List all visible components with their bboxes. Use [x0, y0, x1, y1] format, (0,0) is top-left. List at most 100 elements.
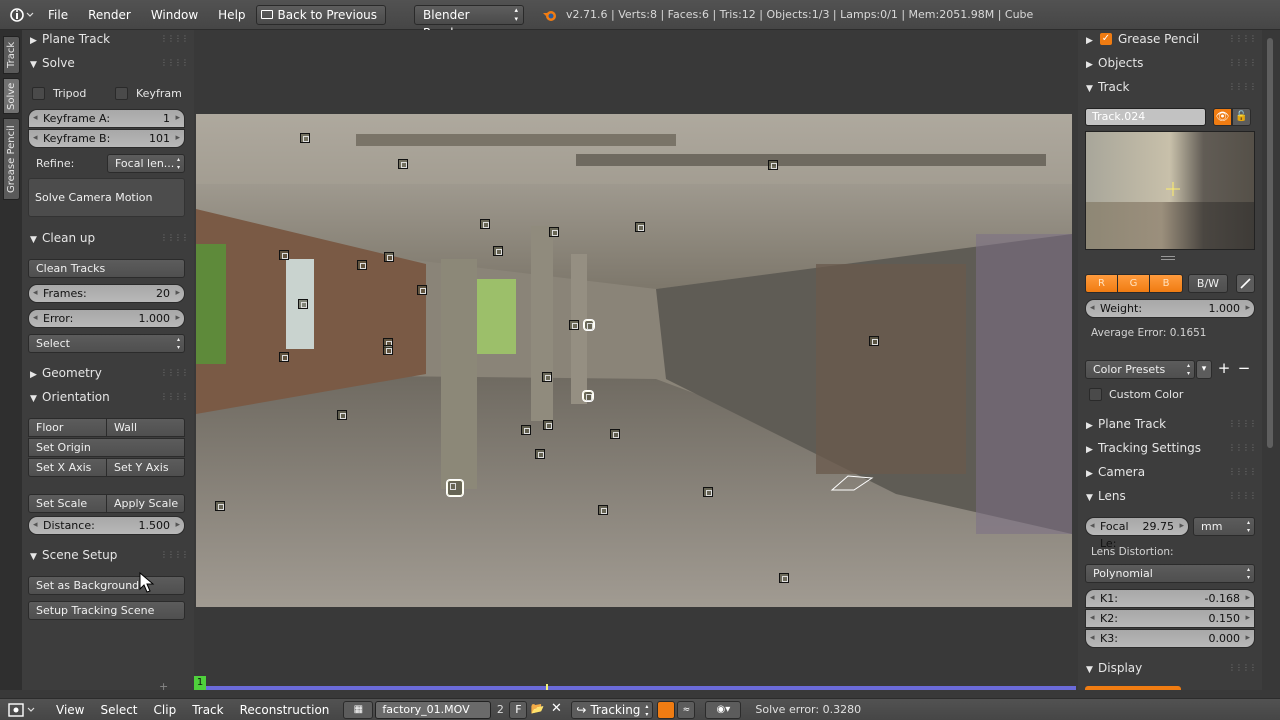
panel-camera[interactable]: ▶ Camera ⋮⋮⋮⋮	[1078, 461, 1262, 483]
graph-icon[interactable]: ≈	[677, 700, 696, 719]
wall-button[interactable]: Wall	[106, 418, 185, 437]
panel-clean-up[interactable]: ▼ Clean up ⋮⋮⋮⋮	[22, 227, 194, 249]
track-marker[interactable]	[417, 285, 427, 295]
remove-preset-icon[interactable]: −	[1234, 360, 1254, 379]
drag-grip-icon[interactable]: ⋮⋮⋮⋮	[1228, 437, 1257, 459]
marker-preview[interactable]	[1085, 131, 1255, 250]
menu-view[interactable]: View	[48, 703, 92, 717]
clean-tracks-button[interactable]: Clean Tracks	[28, 259, 185, 278]
k3-field[interactable]: K3: 0.000	[1085, 629, 1255, 648]
setup-tracking-scene-button[interactable]: Setup Tracking Scene	[28, 601, 185, 620]
solve-camera-motion-button[interactable]: Solve Camera Motion	[28, 189, 185, 208]
weight-field[interactable]: Weight: 1.000	[1085, 299, 1255, 318]
cleanup-type-select[interactable]: Select	[28, 334, 185, 353]
track-marker[interactable]	[493, 246, 503, 256]
menu-file[interactable]: File	[38, 8, 78, 22]
panel-lens[interactable]: ▼ Lens ⋮⋮⋮⋮	[1078, 485, 1262, 507]
current-frame-indicator[interactable]: 1	[194, 676, 206, 690]
display-toggles[interactable]: ≈	[657, 700, 697, 719]
track-marker[interactable]	[542, 372, 552, 382]
drag-grip-icon[interactable]: ⋮⋮⋮⋮	[1228, 485, 1257, 507]
error-field[interactable]: Error: 1.000	[28, 309, 185, 328]
set-as-background-button[interactable]: Set as Background	[28, 576, 185, 595]
track-marker[interactable]	[384, 252, 394, 262]
preset-menu-icon[interactable]: ▾	[1196, 360, 1212, 379]
track-marker[interactable]	[398, 159, 408, 169]
k2-field[interactable]: K2: 0.150	[1085, 609, 1255, 628]
set-x-axis-button[interactable]: Set X Axis	[28, 458, 107, 477]
distortion-model-select[interactable]: Polynomial	[1085, 564, 1255, 583]
menu-help[interactable]: Help	[208, 8, 255, 22]
panel-track[interactable]: ▼ Track ⋮⋮⋮⋮	[1078, 76, 1262, 98]
track-marker[interactable]	[598, 505, 608, 515]
track-marker[interactable]	[703, 487, 713, 497]
keyframe-checkbox[interactable]	[115, 87, 128, 100]
display-channel-buttons[interactable]	[1085, 686, 1181, 690]
clip-users-count[interactable]: 2	[491, 703, 509, 716]
track-marker[interactable]	[569, 320, 579, 330]
add-preset-icon[interactable]: +	[1214, 360, 1234, 379]
track-marker[interactable]	[357, 260, 367, 270]
track-marker[interactable]	[215, 501, 225, 511]
unlink-icon[interactable]: ✕	[547, 701, 565, 719]
drag-grip-icon[interactable]: ⋮⋮⋮⋮	[1228, 461, 1257, 483]
tripod-checkbox[interactable]	[32, 87, 45, 100]
drag-grip-icon[interactable]: ⋮⋮⋮⋮	[160, 52, 189, 74]
tab-track[interactable]: Track	[3, 36, 20, 74]
resize-handle-icon[interactable]	[1161, 256, 1175, 260]
drag-grip-icon[interactable]: ⋮⋮⋮⋮	[160, 28, 189, 50]
overlay-toggle-icon[interactable]: ◉▾	[705, 700, 742, 719]
clip-timeline[interactable]: 1	[194, 676, 1078, 698]
render-engine-select[interactable]: Blender Render ▴ ▾	[414, 4, 525, 40]
panel-grease-pencil[interactable]: ▶ ✓ Grease Pencil ⋮⋮⋮⋮	[1078, 28, 1262, 50]
drag-grip-icon[interactable]: ⋮⋮⋮⋮	[1228, 657, 1257, 679]
panel-plane-track-props[interactable]: ▶ Plane Track ⋮⋮⋮⋮	[1078, 413, 1262, 435]
track-marker[interactable]	[279, 352, 289, 362]
keyframe-a-field[interactable]: Keyframe A: 1	[28, 109, 185, 128]
clip-browse-icon[interactable]: ▦	[343, 700, 374, 719]
track-marker[interactable]	[279, 250, 289, 260]
channel-r-button[interactable]: R	[1085, 274, 1118, 293]
distance-field[interactable]: Distance: 1.500	[28, 516, 185, 535]
menu-reconstruction[interactable]: Reconstruction	[232, 703, 338, 717]
drag-grip-icon[interactable]: ⋮⋮⋮⋮	[160, 386, 189, 408]
menu-track[interactable]: Track	[184, 703, 231, 717]
track-marker[interactable]	[383, 345, 393, 355]
panel-solve[interactable]: ▼ Solve ⋮⋮⋮⋮	[22, 52, 194, 74]
panel-geometry[interactable]: ▶ Geometry ⋮⋮⋮⋮	[22, 362, 194, 384]
fake-user-button[interactable]: F	[509, 700, 528, 719]
menu-window[interactable]: Window	[141, 8, 208, 22]
tab-grease-pencil[interactable]: Grease Pencil	[3, 118, 20, 200]
selected-track-marker[interactable]	[583, 391, 593, 401]
panel-objects[interactable]: ▶ Objects ⋮⋮⋮⋮	[1078, 52, 1262, 74]
track-marker[interactable]	[300, 133, 310, 143]
lock-icon[interactable]: 🔓	[1232, 108, 1251, 126]
movie-clip-frame[interactable]	[196, 114, 1072, 607]
editor-type-icon[interactable]	[4, 4, 38, 26]
track-marker[interactable]	[337, 410, 347, 420]
black-white-button[interactable]: B/W	[1188, 274, 1228, 293]
keyframe-b-field[interactable]: Keyframe B: 101	[28, 129, 185, 148]
drag-grip-icon[interactable]: ⋮⋮⋮⋮	[1228, 413, 1257, 435]
menu-clip[interactable]: Clip	[146, 703, 185, 717]
mode-select[interactable]: ↪ Tracking ▴ ▾	[571, 700, 654, 719]
apply-scale-button[interactable]: Apply Scale	[106, 494, 185, 513]
track-marker[interactable]	[480, 219, 490, 229]
clip-name-field[interactable]: factory_01.MOV	[375, 700, 492, 719]
scrollbar-thumb[interactable]	[1267, 38, 1273, 448]
track-marker[interactable]	[779, 573, 789, 583]
track-marker[interactable]	[610, 429, 620, 439]
channel-b-button[interactable]: B	[1149, 274, 1183, 293]
track-marker[interactable]	[543, 420, 553, 430]
properties-scrollbar[interactable]	[1262, 30, 1280, 690]
set-origin-button[interactable]: Set Origin	[28, 438, 185, 457]
custom-color-checkbox[interactable]	[1089, 388, 1102, 401]
drag-grip-icon[interactable]: ⋮⋮⋮⋮	[1228, 76, 1257, 98]
drag-grip-icon[interactable]: ⋮⋮⋮⋮	[1228, 52, 1257, 74]
drag-grip-icon[interactable]: ⋮⋮⋮⋮	[160, 544, 189, 566]
tab-solve[interactable]: Solve	[3, 78, 20, 114]
track-marker[interactable]	[635, 222, 645, 232]
track-name-field[interactable]: Track.024	[1085, 108, 1206, 126]
active-track-marker[interactable]	[447, 480, 463, 496]
menu-select[interactable]: Select	[92, 703, 145, 717]
